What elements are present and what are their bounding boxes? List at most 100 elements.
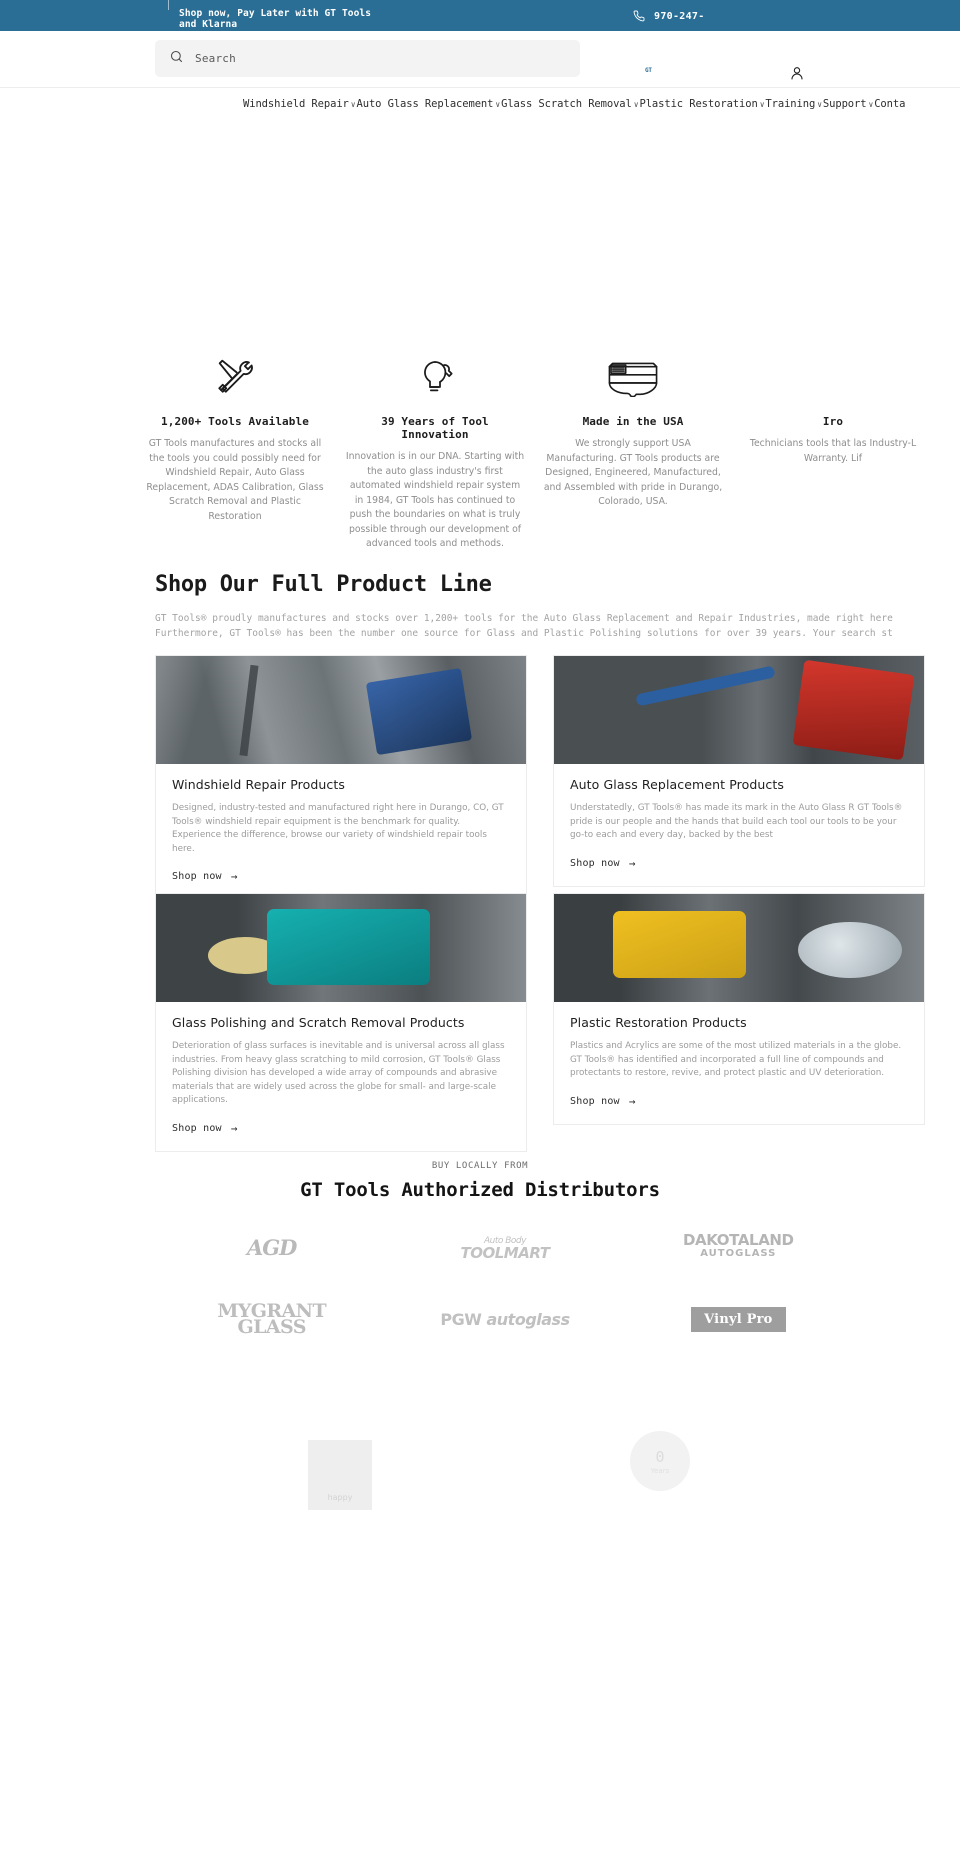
announcement-bar: Shop now, Pay Later with GT Tools and Kl… [0,0,960,31]
footer-stat-circle: 0 Years [630,1431,690,1491]
agd-logo[interactable]: AGD [246,1225,297,1269]
cta-label: Shop now [570,857,620,869]
nav-label: Training [765,98,816,110]
nav-item-training[interactable]: Training ∨ [765,98,823,110]
shop-now-button[interactable]: Shop now → [554,843,924,886]
phone-number: 970-247- [654,10,705,22]
arrow-right-icon: → [628,856,636,870]
feature-body: Technicians tools that las Industry-L Wa… [749,438,917,464]
tools-icon [145,355,325,397]
feature-title: 1,200+ Tools Available [161,415,309,428]
cta-label: Shop now [570,1095,620,1107]
nav-label: Auto Glass Replacement [356,98,494,110]
site-logo[interactable]: GT [645,67,652,74]
nav-item-plastic-restoration[interactable]: Plastic Restoration ∨ [639,98,765,110]
nav-label: Glass Scratch Removal [501,98,632,110]
toolmart-logo-text: Auto Body TOOLMART [460,1235,550,1262]
auto-body-toolmart-logo[interactable]: Auto Body TOOLMART [461,1225,550,1269]
pgw-logo-main: PGW [440,1309,482,1329]
feature-tools-available: 1,200+ Tools Available GT Tools manufact… [145,355,325,524]
shop-subtitle-line-2: Furthermore, GT Tools® has been the numb… [155,628,893,639]
product-card-plastic-restoration[interactable]: Plastic Restoration Products Plastics an… [553,893,925,1125]
windshield-repair-photo [156,656,526,764]
pgw-autoglass-logo[interactable]: PGW autoglass [440,1297,570,1341]
feature-title: Iro [822,415,844,428]
nav-item-auto-glass-replacement[interactable]: Auto Glass Replacement ∨ [357,98,502,110]
card-title: Glass Polishing and Scratch Removal Prod… [172,1015,465,1030]
distributors-title: GT Tools Authorized Distributors [300,1179,660,1201]
nav-item-glass-scratch-removal[interactable]: Glass Scratch Removal ∨ [501,98,639,110]
usa-map-flag-icon [543,355,723,397]
mygrant-logo-text: MYGRANT GLASS [217,1302,326,1337]
shop-now-button[interactable]: Shop now → [156,1108,526,1151]
card-title: Auto Glass Replacement Products [570,777,784,792]
feature-highlights: 1,200+ Tools Available GT Tools manufact… [0,355,960,549]
feature-body: Innovation is in our DNA. Starting with … [345,451,525,549]
shop-section-header: Shop Our Full Product Line GT Tools® pro… [155,572,955,641]
site-header: GT [0,31,960,87]
arrow-right-icon: → [230,1121,238,1135]
feature-ironclad-warranty: Iro Technicians tools that las Industry-… [743,355,923,466]
agd-logo-text: AGD [246,1234,297,1260]
footer-stat-box: happy [308,1440,372,1510]
arrow-right-icon: → [628,1094,636,1108]
card-title: Windshield Repair Products [172,777,345,792]
search-bar[interactable] [155,40,580,77]
phone-icon [633,10,645,22]
nav-label: Support [822,98,867,110]
nav-item-windshield-repair[interactable]: Windshield Repair ∨ [243,98,357,110]
vinyl-pro-logo[interactable]: Vinyl Pro [691,1297,786,1341]
chevron-down-icon: ∨ [350,100,356,109]
feature-body: GT Tools manufactures and stocks all the… [146,438,324,522]
nav-item-contact[interactable]: Conta [874,98,906,110]
toolmart-logo-main: TOOLMART [460,1244,550,1262]
feature-made-in-usa: Made in the USA We strongly support USA … [543,355,723,510]
search-input[interactable] [195,52,535,65]
cta-label: Shop now [172,871,222,882]
pgw-logo-text: PGW autoglass [440,1309,570,1329]
footer-stat-number: 0 [655,1448,665,1466]
vinyl-pro-logo-text: Vinyl Pro [691,1306,786,1332]
card-title: Plastic Restoration Products [570,1015,747,1030]
card-description: Deterioration of glass surfaces is inevi… [172,1041,505,1105]
chevron-down-icon: ∨ [868,100,874,109]
nav-list: Windshield Repair ∨ Auto Glass Replaceme… [243,98,906,110]
pgw-logo-sub: autoglass [486,1309,570,1329]
auto-glass-replacement-photo [554,656,924,764]
dakotaland-logo-text: DAKOTALAND AUTOGLASS [683,1233,794,1260]
footer-stat-label: Years [650,1467,670,1475]
product-card-auto-glass-replacement[interactable]: Auto Glass Replacement Products Understa… [553,655,925,887]
plastic-restoration-photo [554,894,924,1002]
main-navigation: Windshield Repair ∨ Auto Glass Replaceme… [0,87,960,123]
product-card-windshield-repair[interactable]: Windshield Repair Products Designed, ind… [155,655,527,900]
shop-subtitle-line-1: GT Tools® proudly manufactures and stock… [155,613,893,624]
account-icon[interactable] [789,65,805,81]
product-card-glass-polishing[interactable]: Glass Polishing and Scratch Removal Prod… [155,893,527,1152]
footer-stat-box-label: happy [327,1493,353,1502]
chevron-down-icon: ∨ [495,100,501,109]
warranty-icon [743,355,923,397]
shop-now-button[interactable]: Shop now → [554,1081,924,1124]
lightbulb-wrench-icon [345,355,525,397]
cta-label: Shop now [172,1122,222,1134]
card-description: Plastics and Acrylics are some of the mo… [570,1041,902,1078]
header-phone-link[interactable]: 970-247- [633,10,705,22]
nav-label: Plastic Restoration [639,98,758,110]
chevron-down-icon: ∨ [759,100,765,109]
announcement-tick [168,0,169,10]
glass-polishing-photo [156,894,526,1002]
page-title: Shop Our Full Product Line [155,572,492,597]
card-description: Understatedly, GT Tools® has made its ma… [570,803,903,840]
distributors-eyebrow: BUY LOCALLY FROM [431,1161,529,1171]
announcement-message[interactable]: Shop now, Pay Later with GT Tools and Kl… [179,8,379,30]
search-icon [169,49,184,68]
dakotaland-autoglass-logo[interactable]: DAKOTALAND AUTOGLASS [683,1225,794,1269]
nav-label: Conta [874,98,906,110]
feature-title: Made in the USA [582,415,684,428]
nav-label: Windshield Repair [243,98,349,110]
nav-item-support[interactable]: Support ∨ [823,98,874,110]
mygrant-glass-logo[interactable]: MYGRANT GLASS [217,1297,326,1341]
card-description: Designed, industry-tested and manufactur… [172,803,504,854]
arrow-right-icon: → [230,870,238,883]
chevron-down-icon: ∨ [817,100,822,109]
